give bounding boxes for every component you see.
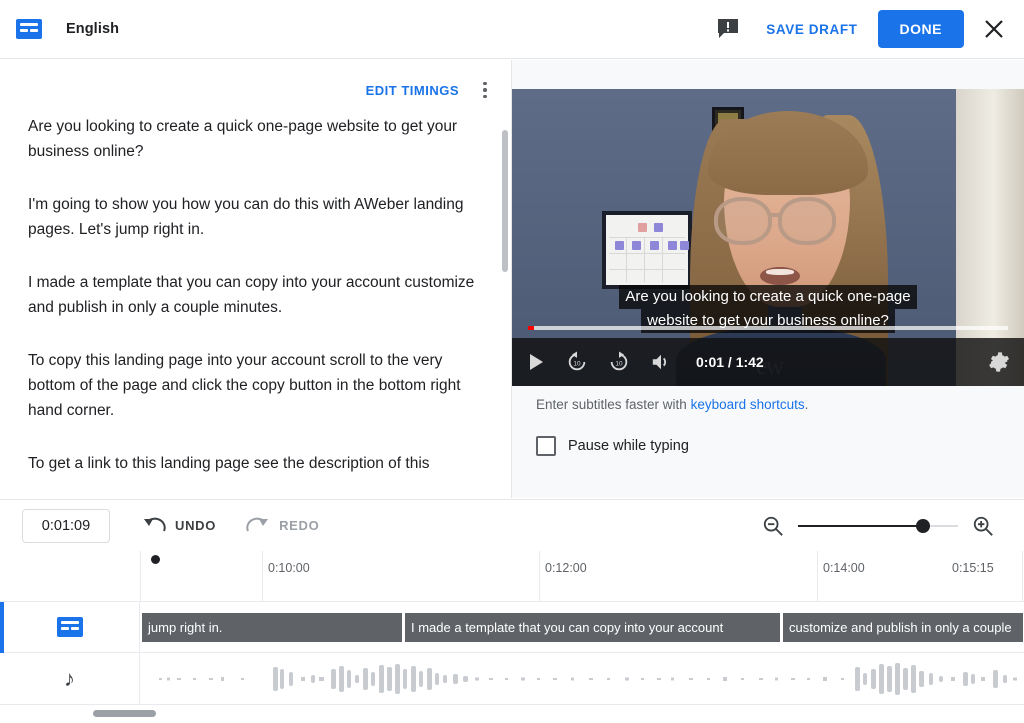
video-glasses-bridge (770, 213, 782, 217)
timeline-scrollbar-thumb[interactable] (93, 710, 156, 717)
zoom-out-icon[interactable] (762, 515, 784, 537)
audio-track-rail: ♪ (0, 653, 140, 704)
redo-button[interactable]: REDO (246, 515, 319, 536)
transcript-paragraph[interactable]: I'm going to show you how you can do thi… (28, 192, 480, 242)
caption-cue[interactable]: I made a template that you can copy into… (404, 613, 781, 642)
video-glasses-left (714, 197, 772, 245)
undo-label: UNDO (175, 518, 216, 533)
ruler-tick (539, 551, 540, 602)
zoom-slider-thumb[interactable] (916, 519, 930, 533)
video-time-display: 0:01 / 1:42 (696, 354, 764, 370)
video-player[interactable]: ew Are you looking to create a quick one… (512, 89, 1024, 386)
video-progress-bar[interactable] (528, 326, 1008, 330)
timeline-toolbar: 0:01:09 UNDO REDO (0, 499, 1024, 551)
transcript-paragraph[interactable]: To get a link to this landing page see t… (28, 451, 480, 476)
hint-suffix: . (805, 397, 809, 412)
zoom-in-icon[interactable] (972, 515, 994, 537)
transcript-toolbar: EDIT TIMINGS (0, 60, 511, 104)
pause-while-typing-checkbox[interactable] (536, 436, 556, 456)
ruler-tick (262, 551, 263, 602)
save-draft-button[interactable]: SAVE DRAFT (766, 22, 857, 37)
redo-arrow-icon (246, 515, 270, 536)
replay-10-icon[interactable]: 10 (566, 351, 588, 373)
audio-waveform[interactable] (141, 653, 1024, 705)
subtitle-track: jump right in. I made a template that yo… (0, 602, 1024, 653)
video-calendar-board (602, 211, 692, 289)
ruler-tick-label: 0:14:00 (823, 561, 865, 575)
svg-text:10: 10 (573, 361, 581, 368)
close-icon[interactable] (980, 15, 1008, 43)
transcript-paragraph[interactable]: I made a template that you can copy into… (28, 270, 480, 320)
music-note-icon: ♪ (64, 668, 75, 690)
video-glasses-right (778, 197, 836, 245)
video-progress-played (528, 326, 534, 330)
caption-editor-app: English SAVE DRAFT DONE EDIT TIMINGS Are… (0, 0, 1024, 723)
keyboard-shortcut-hint: Enter subtitles faster with keyboard sho… (536, 397, 808, 412)
caption-cue[interactable]: customize and publish in only a couple (782, 613, 1024, 642)
audio-track: ♪ (0, 653, 1024, 705)
language-title: English (66, 21, 119, 37)
edit-timings-button[interactable]: EDIT TIMINGS (366, 83, 459, 98)
zoom-slider[interactable] (798, 518, 958, 534)
transcript-paragraph[interactable]: Are you looking to create a quick one-pa… (28, 114, 480, 164)
svg-text:10: 10 (615, 361, 623, 368)
transcript-paragraph[interactable]: To copy this landing page into your acco… (28, 348, 480, 423)
feedback-icon[interactable] (716, 18, 740, 40)
app-header: English SAVE DRAFT DONE (0, 0, 1024, 59)
more-vertical-icon[interactable] (471, 76, 499, 104)
settings-gear-icon[interactable] (988, 351, 1010, 373)
forward-10-icon[interactable]: 10 (608, 351, 630, 373)
pause-while-typing-row[interactable]: Pause while typing (536, 436, 689, 456)
transcript-text[interactable]: Are you looking to create a quick one-pa… (0, 104, 511, 476)
zoom-controls (762, 515, 994, 537)
ruler-tick (817, 551, 818, 602)
video-mouth (760, 267, 800, 285)
timecode-input[interactable]: 0:01:09 (22, 509, 110, 543)
subtitle-track-rail (0, 602, 140, 652)
ruler-tick-label: 0:10:00 (268, 561, 310, 575)
timeline-playhead[interactable] (151, 555, 160, 564)
undo-arrow-icon (142, 515, 166, 536)
ruler-tick-label: 0:12:00 (545, 561, 587, 575)
timeline-horizontal-scrollbar[interactable] (0, 705, 1024, 723)
video-controls: 10 10 0:01 / 1:42 (512, 338, 1024, 386)
volume-icon[interactable] (650, 352, 672, 372)
done-button[interactable]: DONE (878, 10, 964, 48)
ruler-tick (140, 551, 141, 602)
transcript-panel: EDIT TIMINGS Are you looking to create a… (0, 60, 511, 498)
video-panel: ew Are you looking to create a quick one… (512, 60, 1024, 498)
hint-prefix: Enter subtitles faster with (536, 397, 691, 412)
closed-caption-icon (16, 19, 42, 39)
undo-button[interactable]: UNDO (142, 515, 216, 536)
transcript-scrollbar[interactable] (502, 130, 508, 272)
redo-label: REDO (279, 518, 319, 533)
zoom-slider-fill (798, 525, 923, 527)
ruler-end-label: 0:15:15 (952, 561, 994, 575)
keyboard-shortcuts-link[interactable]: keyboard shortcuts (691, 397, 805, 412)
ruler-tick (1022, 551, 1023, 602)
closed-caption-icon (57, 617, 83, 637)
play-icon[interactable] (526, 352, 546, 372)
ruler-rail (0, 551, 140, 602)
caption-cue[interactable]: jump right in. (141, 613, 403, 642)
pause-while-typing-label: Pause while typing (568, 438, 689, 454)
